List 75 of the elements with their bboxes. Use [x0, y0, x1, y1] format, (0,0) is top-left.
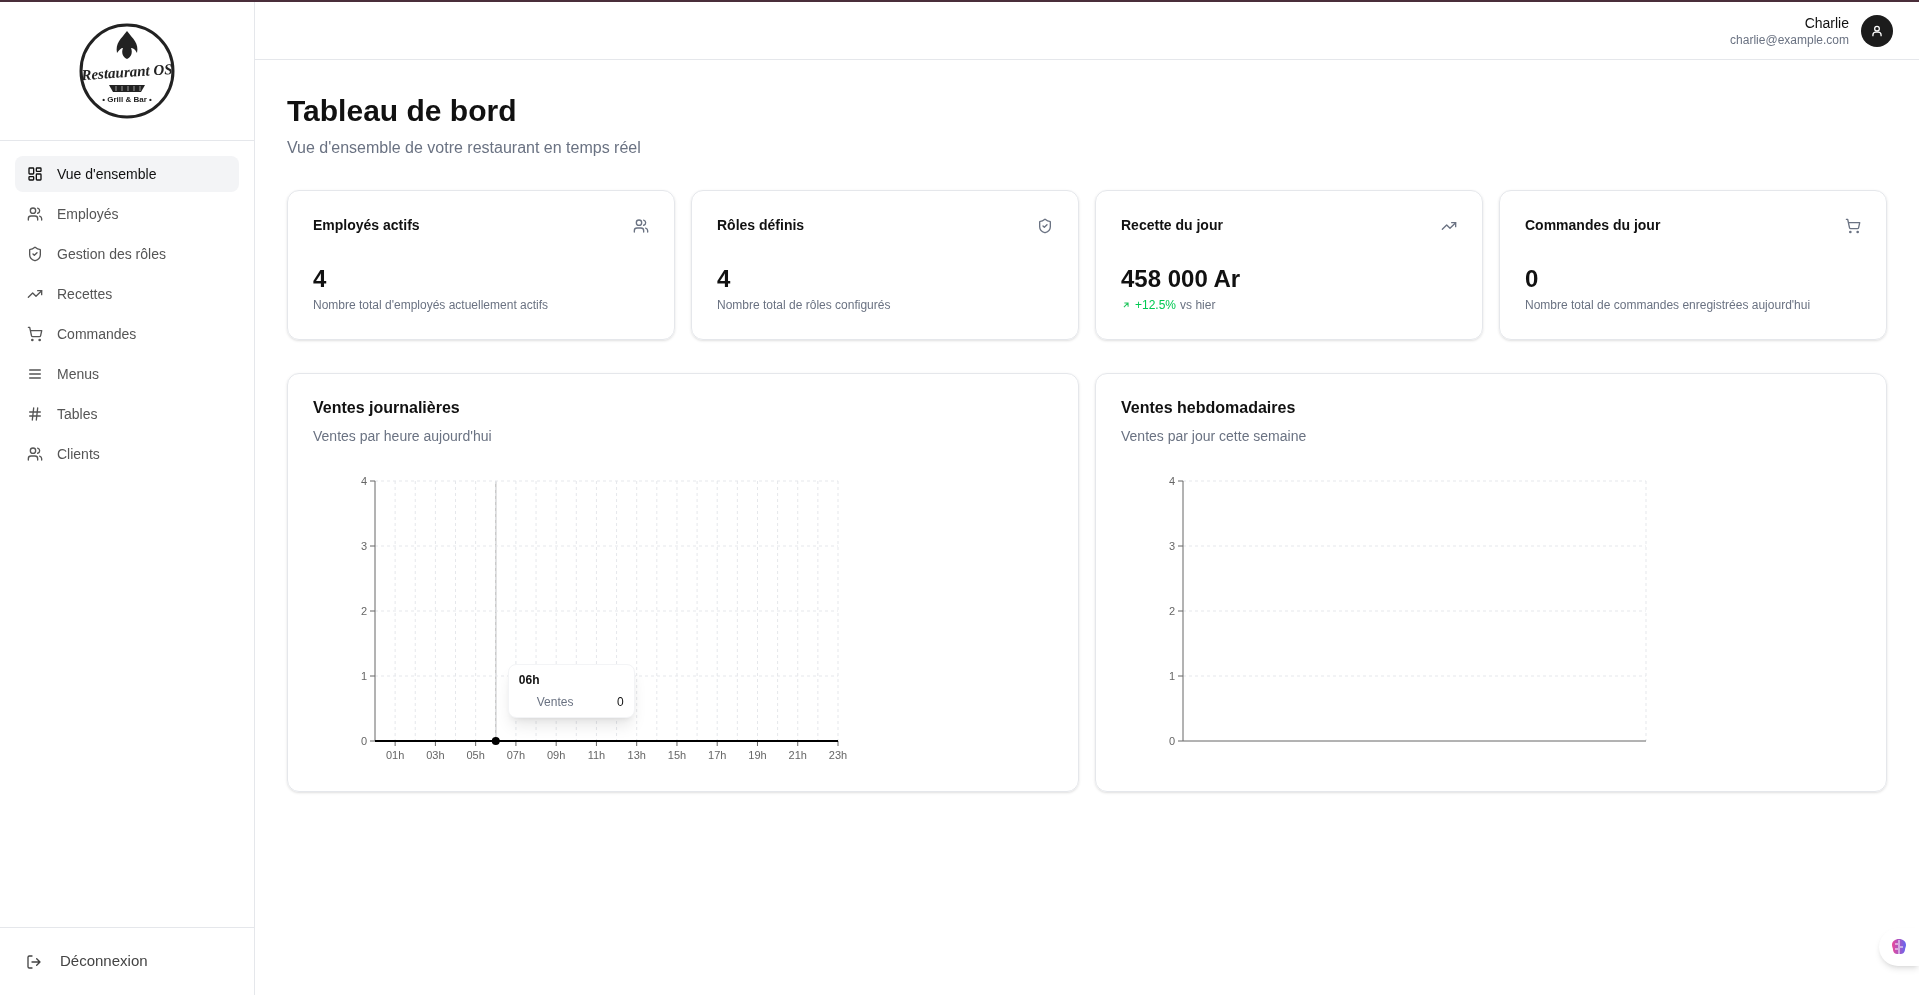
stat-value: 4: [717, 264, 732, 294]
nav-item[interactable]: Clients: [15, 436, 239, 472]
x-tick-label: 11h: [587, 749, 606, 761]
y-tick-label: 2: [360, 605, 367, 617]
y-tick-label: 3: [360, 540, 367, 552]
stat-value: 0: [1525, 264, 1540, 294]
chart-subtitle: Ventes par heure aujourd'hui: [313, 427, 493, 446]
y-tick-label: 3: [1168, 540, 1175, 552]
x-tick-label: 01h: [385, 749, 405, 761]
arrow-up-right-icon: [1121, 300, 1131, 310]
cart-icon: [1845, 217, 1861, 234]
nav-item[interactable]: Menus: [15, 356, 239, 392]
users-icon: [27, 206, 43, 222]
nav-item[interactable]: Tables: [15, 396, 239, 432]
chart-subtitle: Ventes par jour cette semaine: [1121, 427, 1308, 446]
y-tick-label: 0: [1168, 735, 1175, 747]
logout-icon: [26, 953, 42, 970]
grid-icon: [27, 166, 43, 182]
tooltip-title: 06h: [518, 672, 541, 689]
shield-icon: [1037, 217, 1053, 234]
x-tick-label: 21h: [788, 749, 807, 761]
cart-icon: [27, 326, 43, 342]
stat-value: 458 000 Ar: [1121, 264, 1242, 294]
x-tick-label: 15h: [667, 749, 687, 761]
users-icon: [27, 446, 43, 462]
data-point: [491, 737, 500, 745]
nav-item[interactable]: Gestion des rôles: [15, 236, 239, 272]
x-tick-label: 09h: [547, 749, 566, 761]
users-icon: [633, 217, 649, 234]
y-tick-label: 4: [1168, 475, 1175, 487]
flame-icon: [116, 31, 138, 59]
stat-description: Nombre total de rôles configurés: [717, 297, 892, 314]
logout-button[interactable]: Déconnexion: [26, 950, 148, 973]
nav-item[interactable]: Vue d'ensemble: [15, 156, 239, 192]
stat-description: Nombre total d'employés actuellement actifs: [313, 297, 550, 314]
user-email: charlie@example.com: [1730, 31, 1849, 48]
chart-title: Ventes hebdomadaires: [1121, 398, 1297, 418]
stat-description: Nombre total de commandes enregistrées aujourd'hui: [1525, 297, 1812, 314]
trend-label: vs hier: [1180, 297, 1216, 314]
grill-icon: [109, 85, 145, 92]
x-tick-label: 07h: [506, 749, 526, 761]
page-title: Tableau de bord: [287, 93, 518, 129]
x-tick-label: 19h: [748, 749, 767, 761]
nav-item[interactable]: Employés: [15, 196, 239, 232]
page-subtitle: Vue d'ensemble de votre restaurant en temps réel: [287, 138, 642, 158]
tooltip-value: 0: [617, 694, 624, 711]
avatar[interactable]: [1861, 14, 1893, 47]
x-tick-label: 03h: [426, 749, 445, 761]
x-tick-label: 23h: [828, 749, 848, 761]
hash-icon: [27, 406, 43, 422]
x-tick-label: 17h: [708, 749, 727, 761]
logo-tagline: • Grill & Bar •: [102, 95, 152, 104]
tooltip-label: Ventes: [536, 694, 574, 711]
user-name: Charlie: [1804, 13, 1849, 32]
stat-title: Commandes du jour: [1525, 216, 1661, 235]
y-tick-label: 1: [1168, 670, 1175, 682]
y-tick-label: 1: [360, 670, 367, 682]
y-tick-label: 4: [360, 475, 367, 487]
stat-title: Employés actifs: [313, 216, 420, 235]
y-tick-label: 0: [360, 735, 367, 747]
shield-icon: [27, 246, 43, 262]
x-tick-label: 05h: [466, 749, 485, 761]
assistant-button[interactable]: [1879, 928, 1919, 966]
x-tick-label: 13h: [627, 749, 646, 761]
nav-item[interactable]: Commandes: [15, 316, 239, 352]
logo-name: Restaurant OS: [80, 60, 174, 84]
stat-title: Rôles définis: [717, 216, 805, 235]
stat-value: 4: [313, 264, 328, 294]
nav-item[interactable]: Recettes: [15, 276, 239, 312]
y-tick-label: 2: [1168, 605, 1175, 617]
trend-change: +12.5%: [1135, 297, 1177, 314]
stat-title: Recette du jour: [1121, 216, 1223, 235]
brain-icon: [1889, 937, 1909, 957]
chart-title: Ventes journalières: [313, 398, 461, 418]
menu-icon: [27, 366, 43, 382]
